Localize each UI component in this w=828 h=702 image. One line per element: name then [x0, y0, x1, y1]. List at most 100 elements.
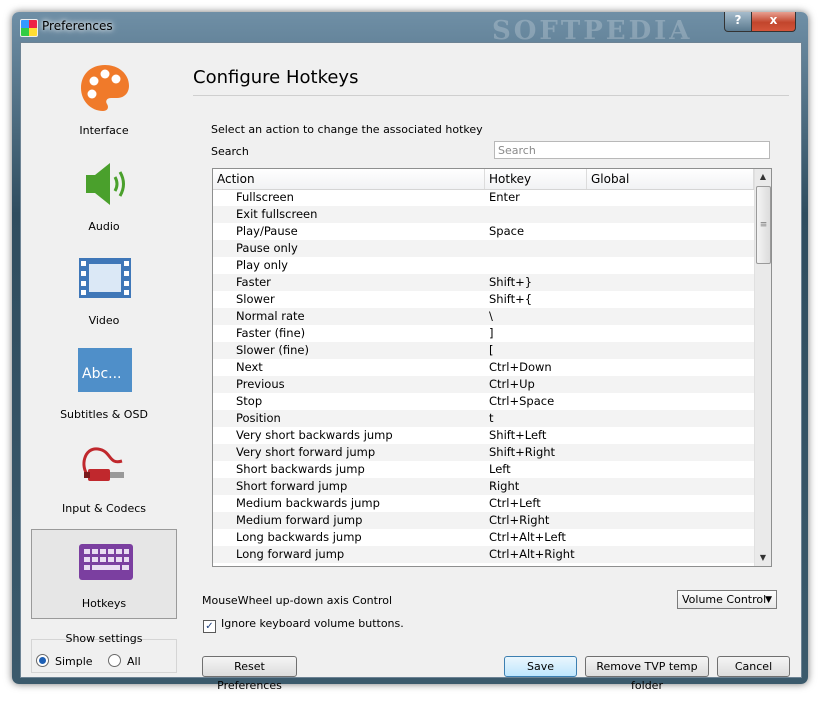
speaker-icon — [86, 163, 125, 205]
table-row[interactable]: Medium forward jump Ctrl+Right — [213, 512, 754, 529]
table-body: Fullscreen Enter Exit fullscreen Play/Pause… — [213, 189, 754, 563]
remove-temp-folder-button[interactable]: Remove TVP temp folder — [585, 656, 709, 692]
table-row[interactable]: Play only — [213, 257, 754, 274]
column-header-hotkey[interactable]: Hotkey — [485, 169, 587, 189]
cell-action: Short forward jump — [236, 479, 348, 493]
show-settings-group: Show settings Simple All — [31, 632, 177, 673]
cell-action: Play/Pause — [236, 224, 298, 238]
table-row[interactable]: Normal rate \ — [213, 308, 754, 325]
radio-label: All — [127, 655, 141, 668]
cell-action: Very short forward jump — [236, 445, 376, 459]
window-title: Preferences — [42, 19, 113, 33]
radio-dot[interactable] — [108, 654, 121, 667]
cell-action: Next — [236, 360, 263, 374]
hotkey-table[interactable]: Action Hotkey Global Fullscreen Enter Exit… — [212, 168, 772, 567]
cell-action: Exit fullscreen — [236, 207, 318, 221]
film-icon — [79, 258, 131, 298]
sidebar-item-subtitles[interactable]: Abc... Subtitles & OSD — [31, 339, 177, 429]
cell-action: Very short backwards jump — [236, 428, 393, 442]
save-button[interactable]: Save — [504, 656, 577, 677]
cell-hotkey: Shift+{ — [489, 292, 533, 306]
table-row[interactable]: Short backwards jump Left — [213, 461, 754, 478]
table-row[interactable]: Pause only — [213, 240, 754, 257]
sidebar-item-input-codecs[interactable]: Input & Codecs — [31, 433, 177, 523]
sidebar-item-interface[interactable]: Interface — [31, 55, 177, 145]
table-row[interactable]: Next Ctrl+Down — [213, 359, 754, 376]
cell-action: Short backwards jump — [236, 462, 365, 476]
cell-action: Normal rate — [236, 309, 305, 323]
search-input[interactable] — [494, 141, 770, 159]
page-title: Configure Hotkeys — [193, 67, 359, 88]
table-row[interactable]: Very short forward jump Shift+Right — [213, 444, 754, 461]
table-row[interactable]: Fullscreen Enter — [213, 189, 754, 206]
help-button[interactable]: ? — [724, 12, 752, 32]
cell-hotkey: [ — [489, 343, 494, 357]
table-row[interactable]: Slower (fine) [ — [213, 342, 754, 359]
table-row[interactable]: Faster Shift+} — [213, 274, 754, 291]
cell-action: Position — [236, 411, 281, 425]
cell-action: Pause only — [236, 241, 298, 255]
table-row[interactable]: Faster (fine)] — [213, 325, 754, 342]
checkbox-box[interactable]: ✓ — [203, 620, 216, 633]
abc-icon: Abc... — [78, 348, 132, 392]
scroll-up-icon[interactable]: ▲ — [755, 169, 771, 185]
cancel-button[interactable]: Cancel — [717, 656, 790, 677]
reset-preferences-button[interactable]: Reset Preferences — [202, 656, 297, 692]
column-header-action[interactable]: Action — [213, 169, 485, 189]
cable-plug-icon — [82, 447, 124, 481]
table-row[interactable]: Stop Ctrl+Space — [213, 393, 754, 410]
sidebar-item-label: Input & Codecs — [62, 502, 146, 515]
table-row[interactable]: Medium backwards jump Ctrl+Left — [213, 495, 754, 512]
table-row[interactable]: Short forward jump Right — [213, 478, 754, 495]
sidebar-item-audio[interactable]: Audio — [31, 151, 177, 241]
sidebar-item-video[interactable]: Video — [31, 245, 177, 335]
sidebar-item-label: Subtitles & OSD — [60, 408, 148, 421]
table-row[interactable]: Position t — [213, 410, 754, 427]
keyboard-icon — [79, 544, 133, 580]
column-header-global[interactable]: Global — [587, 169, 754, 189]
table-row[interactable]: Previous Ctrl+Up — [213, 376, 754, 393]
cell-hotkey: Ctrl+Space — [489, 394, 555, 408]
radio-dot[interactable] — [36, 654, 49, 667]
search-label: Search — [211, 145, 249, 158]
cell-hotkey: Ctrl+Down — [489, 360, 552, 374]
cell-hotkey: \ — [489, 309, 493, 323]
table-row[interactable]: Long backwards jump Ctrl+Alt+Left — [213, 529, 754, 546]
table-row[interactable]: Exit fullscreen — [213, 206, 754, 223]
sidebar-item-label: Video — [88, 314, 120, 327]
mousewheel-label: MouseWheel up-down axis Control — [202, 594, 393, 607]
sidebar-item-hotkeys[interactable]: Hotkeys — [31, 529, 177, 619]
table-row[interactable]: Long forward jump Ctrl+Alt+Right — [213, 546, 754, 563]
divider — [193, 95, 789, 96]
sidebar-item-label: Interface — [79, 124, 129, 137]
cell-action: Medium backwards jump — [236, 496, 380, 510]
checkbox-label: Ignore keyboard volume buttons. — [221, 617, 404, 630]
scroll-thumb[interactable]: ≡ — [756, 186, 771, 264]
table-row[interactable]: Very short backwards jump Shift+Left — [213, 427, 754, 444]
select-value: Volume Control — [682, 593, 767, 606]
instruction-text: Select an action to change the associate… — [211, 123, 483, 136]
preferences-window: Preferences SOFTPEDIA ? x Interface Audi… — [12, 12, 808, 692]
table-row[interactable]: Slower Shift+{ — [213, 291, 754, 308]
app-icon — [20, 19, 38, 37]
cell-action: Faster — [236, 275, 271, 289]
vertical-scrollbar[interactable]: ▲ ≡ ▼ — [754, 169, 771, 566]
ignore-volume-checkbox[interactable]: ✓ Ignore keyboard volume buttons. — [203, 617, 404, 633]
cell-action: Slower (fine) — [236, 343, 309, 357]
table-header: Action Hotkey Global — [213, 169, 754, 190]
scroll-down-icon[interactable]: ▼ — [755, 550, 771, 566]
show-settings-label: Show settings — [65, 632, 143, 645]
cell-hotkey: Ctrl+Alt+Right — [489, 547, 575, 561]
close-button[interactable]: x — [751, 12, 796, 32]
cell-action: Stop — [236, 394, 263, 408]
radio-simple[interactable]: Simple — [36, 654, 93, 668]
palette-icon — [81, 65, 129, 111]
cell-action: Long forward jump — [236, 547, 345, 561]
table-row[interactable]: Play/Pause Space — [213, 223, 754, 240]
cell-hotkey: Space — [489, 224, 525, 238]
chevron-down-icon: ▼ — [765, 595, 772, 605]
title-bar[interactable]: Preferences SOFTPEDIA ? x — [12, 12, 808, 46]
mousewheel-select[interactable]: Volume Control ▼ — [677, 590, 777, 609]
radio-all[interactable]: All — [108, 654, 141, 668]
cell-hotkey: Ctrl+Alt+Left — [489, 530, 566, 544]
